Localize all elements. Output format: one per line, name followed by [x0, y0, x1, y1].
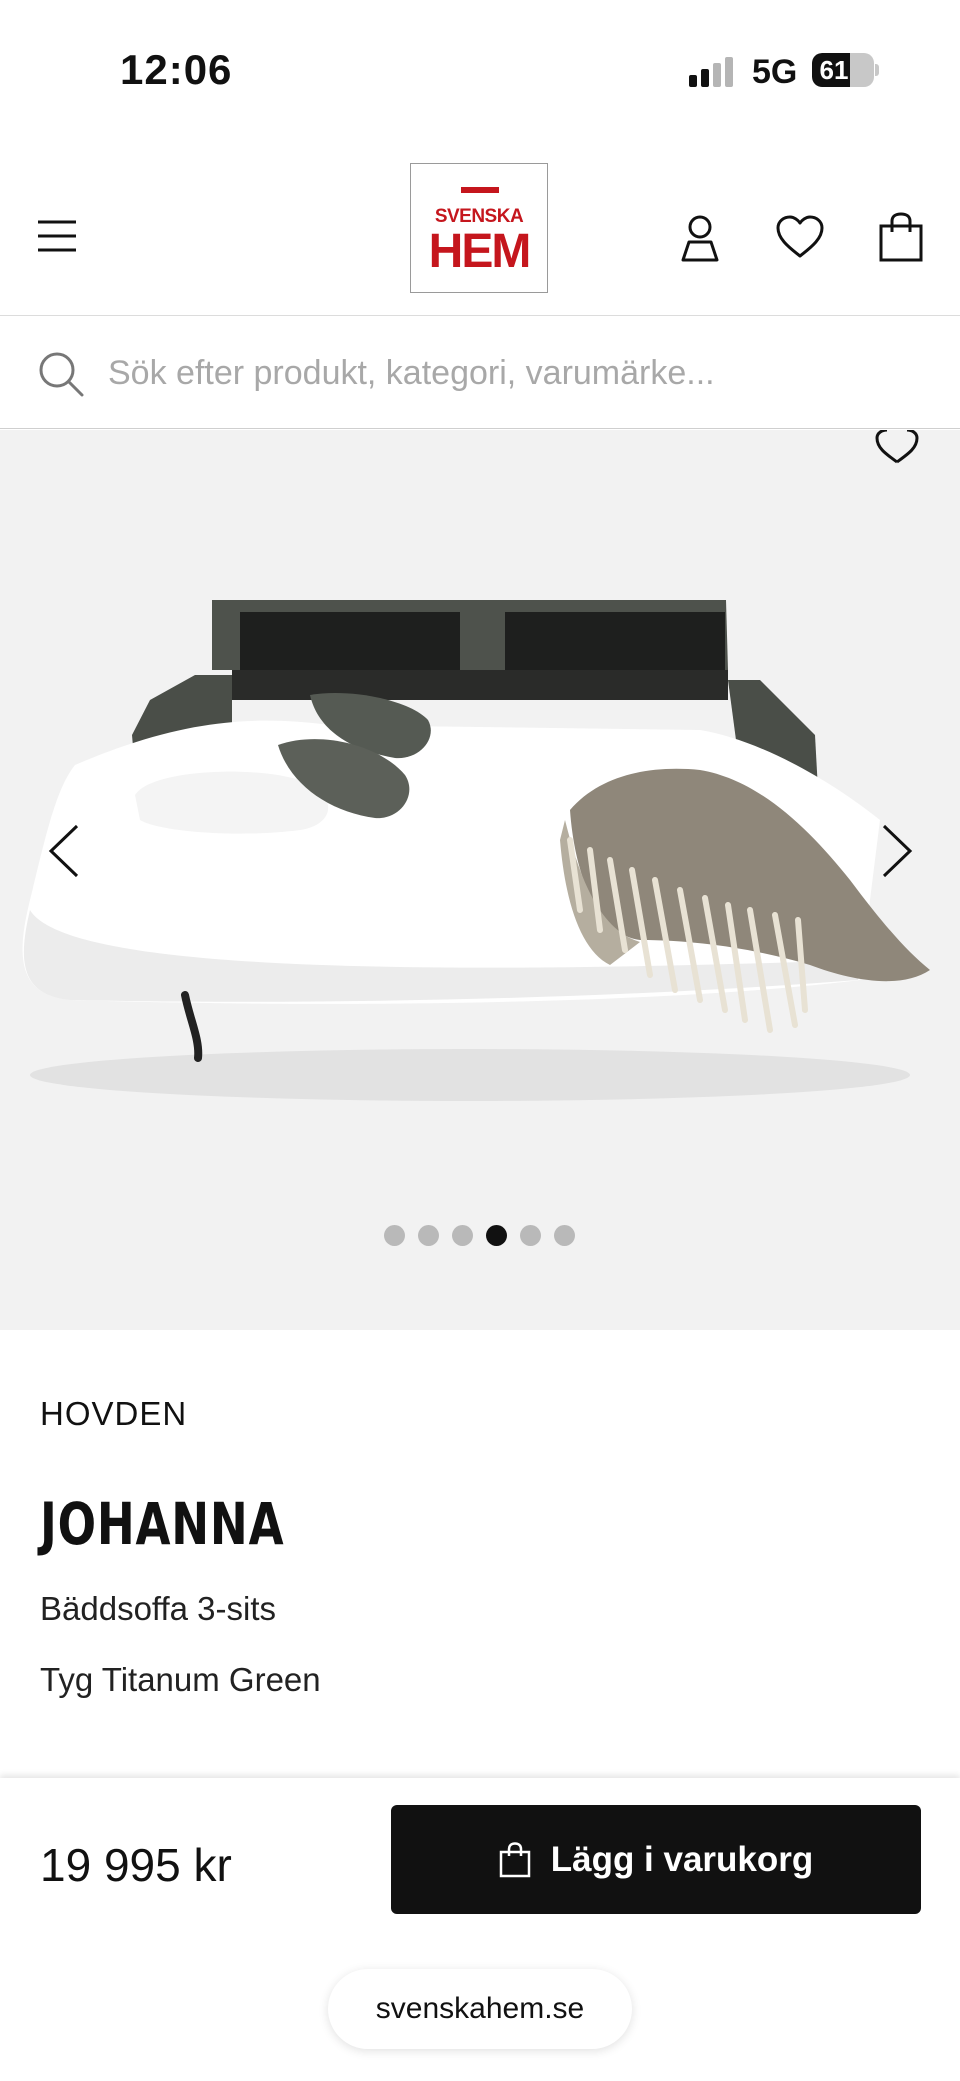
search-input[interactable]	[108, 345, 928, 401]
site-header: SVENSKA HEM	[0, 140, 960, 316]
gallery-dot[interactable]	[486, 1225, 507, 1246]
menu-icon[interactable]	[36, 218, 78, 254]
account-icon[interactable]	[677, 214, 723, 262]
buy-bar: 19 995 kr Lägg i varukorg svenskahem.se	[0, 1778, 960, 2081]
search-icon	[39, 352, 84, 397]
cellular-signal-icon	[689, 57, 733, 87]
chevron-left-icon[interactable]	[47, 823, 81, 879]
wishlist-icon[interactable]	[775, 215, 825, 259]
product-subtitle: Bäddsoffa 3-sits	[40, 1590, 277, 1627]
gallery-dot[interactable]	[554, 1225, 575, 1246]
network-type: 5G	[752, 53, 798, 91]
battery-icon: 61	[812, 53, 879, 87]
site-logo[interactable]: SVENSKA HEM	[410, 163, 548, 293]
search-bar	[0, 317, 960, 429]
status-bar: 12:06 5G 61	[0, 0, 960, 140]
add-to-cart-button[interactable]: Lägg i varukorg	[391, 1805, 921, 1914]
gallery-pagination	[384, 1225, 575, 1247]
chevron-right-icon[interactable]	[880, 823, 914, 879]
product-price: 19 995 kr	[40, 1839, 232, 1891]
product-gallery[interactable]	[0, 430, 960, 1330]
logo-bar	[461, 187, 499, 193]
shopping-bag-icon[interactable]	[877, 212, 925, 262]
add-to-cart-label: Lägg i varukorg	[550, 1839, 814, 1879]
product-name: JOHANNA	[40, 1490, 285, 1558]
product-image	[22, 600, 930, 1101]
shopping-bag-icon	[499, 1841, 530, 1877]
gallery-dot[interactable]	[418, 1225, 439, 1246]
status-time: 12:06	[120, 46, 233, 93]
battery-level: 61	[819, 55, 849, 85]
gallery-dot[interactable]	[520, 1225, 541, 1246]
gallery-dot[interactable]	[452, 1225, 473, 1246]
gallery-dot[interactable]	[384, 1225, 405, 1246]
browser-url-bar[interactable]: svenskahem.se	[328, 1969, 632, 2049]
gallery-wishlist-icon[interactable]	[874, 430, 920, 464]
logo-text-large: HEM	[428, 225, 532, 278]
product-brand[interactable]: HOVDEN	[40, 1395, 187, 1433]
product-variant: Tyg Titanum Green	[40, 1661, 321, 1698]
